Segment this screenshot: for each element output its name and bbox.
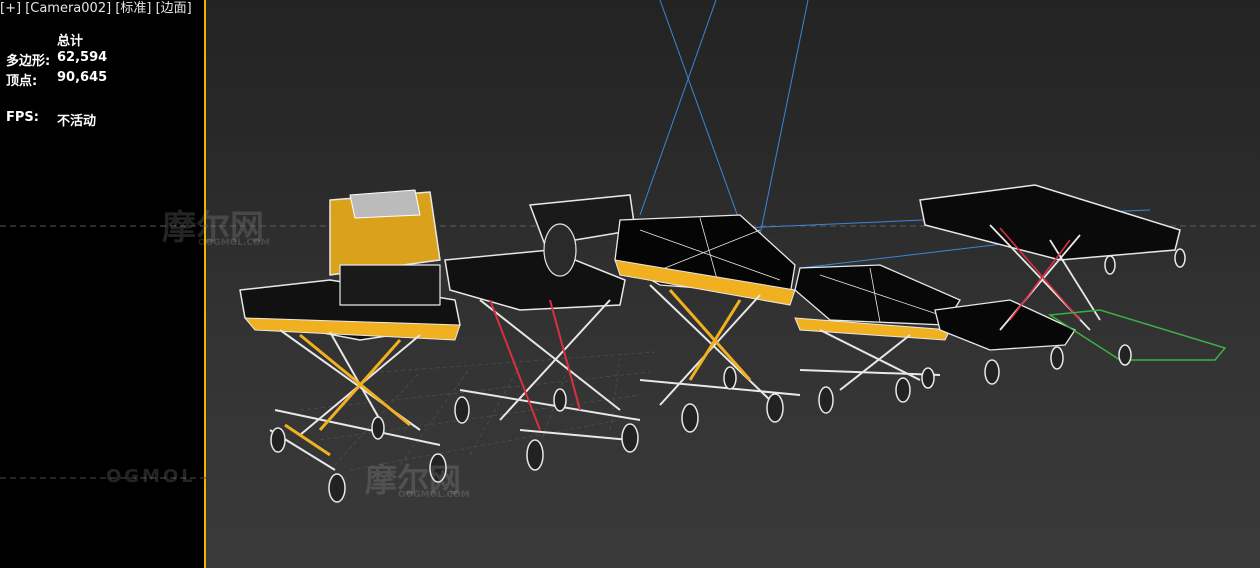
viewport-shading-menu[interactable]: [标准] [115, 1, 151, 16]
viewport-edged-faces-menu[interactable]: [边面] [156, 1, 192, 16]
fps-label: FPS: [6, 110, 39, 125]
watermark-sub: OOGMOL.COM [198, 238, 270, 248]
active-viewport-border [204, 0, 206, 568]
watermark-sub-2: OOGMOL.COM [398, 490, 470, 500]
vertices-label: 顶点: [6, 74, 38, 89]
viewport-plus-menu[interactable]: [+] [0, 1, 21, 16]
vertices-value: 90,645 [57, 70, 108, 85]
viewport-camera-menu[interactable]: [Camera002] [25, 1, 111, 16]
viewport-label-menu: [+] [Camera002] [标准] [边面] [0, 0, 192, 18]
stats-header: 总计 [57, 34, 84, 49]
fps-value: 不活动 [57, 114, 97, 129]
polygons-label: 多边形: [6, 54, 51, 69]
watermark-brand: OGMOL [106, 466, 196, 487]
app-window: 摩尔网 OOGMOL.COM 摩尔网 OOGMOL.COM OGMOL [+] … [0, 0, 1260, 568]
polygons-value: 62,594 [57, 50, 108, 65]
